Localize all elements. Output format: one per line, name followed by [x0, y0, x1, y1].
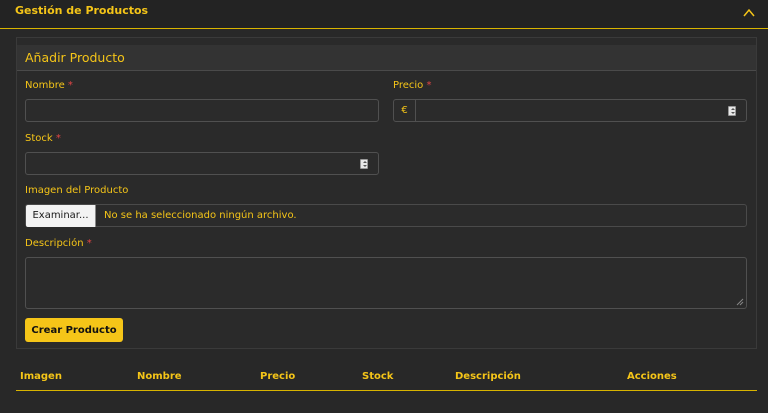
stock-input[interactable] — [25, 152, 379, 175]
precio-label: Precio * — [393, 80, 431, 91]
column-header: Nombre — [137, 371, 182, 382]
card-title: Añadir Producto — [25, 50, 125, 65]
precio-spinner[interactable] — [728, 106, 736, 116]
products-table-header: Imagen Nombre Precio Stock Descripción A… — [16, 368, 757, 391]
file-status: No se ha seleccionado ningún archivo. — [104, 210, 297, 221]
column-header: Precio — [260, 371, 296, 382]
panel-title: Gestión de Productos — [15, 4, 149, 17]
stock-label: Stock * — [25, 133, 61, 144]
card-header: Añadir Producto — [17, 45, 756, 71]
resize-grip-icon[interactable] — [736, 298, 744, 306]
column-header: Imagen — [20, 371, 62, 382]
file-input[interactable]: Examinar... No se ha seleccionado ningún… — [25, 204, 747, 227]
imagen-label: Imagen del Producto — [25, 185, 129, 196]
stock-label-text: Stock — [25, 133, 53, 144]
column-header: Acciones — [627, 371, 677, 382]
required-mark: * — [86, 238, 92, 249]
currency-addon: € — [394, 100, 416, 121]
column-header: Stock — [362, 371, 394, 382]
required-mark: * — [67, 80, 73, 91]
descripcion-textarea[interactable] — [25, 257, 747, 309]
precio-input-group: € — [393, 99, 747, 122]
chevron-up-icon[interactable] — [742, 6, 756, 20]
nombre-label: Nombre * — [25, 80, 73, 91]
panel-header[interactable]: Gestión de Productos — [0, 0, 768, 29]
nombre-input[interactable] — [25, 99, 379, 122]
browse-button[interactable]: Examinar... — [26, 205, 96, 227]
create-product-button[interactable]: Crear Producto — [25, 318, 123, 342]
descripcion-label: Descripción * — [25, 238, 92, 249]
products-panel: Gestión de Productos Añadir Producto Nom… — [0, 0, 768, 413]
stock-spinner[interactable] — [360, 159, 368, 169]
descripcion-label-text: Descripción — [25, 238, 84, 249]
nombre-label-text: Nombre — [25, 80, 65, 91]
required-mark: * — [55, 133, 61, 144]
column-header: Descripción — [455, 371, 521, 382]
required-mark: * — [426, 80, 432, 91]
precio-label-text: Precio — [393, 80, 424, 91]
